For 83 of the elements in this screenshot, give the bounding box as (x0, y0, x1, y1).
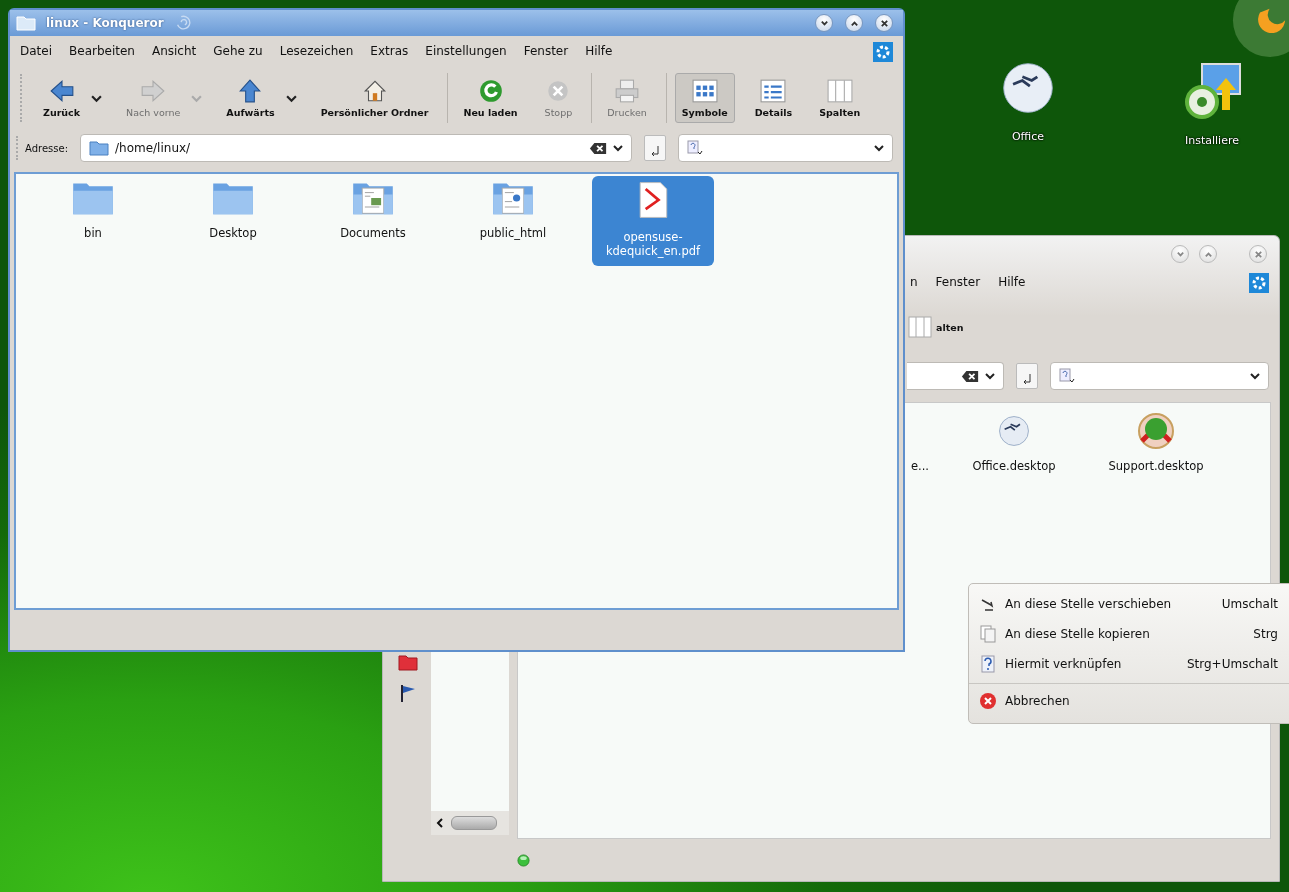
corner-logo-icon (1231, 0, 1289, 60)
toolbar-button[interactable]: Neu laden (447, 73, 529, 123)
menu-item[interactable]: Bearbeiten (69, 44, 135, 58)
menu-item[interactable]: Fenster (523, 44, 569, 58)
chevron-up-icon (849, 18, 859, 28)
go-button[interactable] (1016, 363, 1038, 389)
chevron-down-icon (819, 18, 829, 28)
list-view-icon (760, 78, 787, 104)
search-provider-icon (1059, 368, 1075, 384)
menu-item[interactable]: Ansicht (151, 44, 197, 58)
copy-icon (979, 625, 997, 643)
search-field[interactable] (678, 134, 893, 162)
close-button[interactable] (875, 14, 893, 32)
left-arrow-icon (48, 78, 75, 104)
caret-icon[interactable] (985, 371, 995, 381)
window-title: linux - Konqueror (46, 16, 164, 30)
columns-view-icon (908, 315, 932, 339)
menu-item[interactable]: An diese Stelle verschieben Umschalt (969, 589, 1289, 619)
scrollbar-thumb[interactable] (451, 816, 497, 830)
toolbar-button[interactable]: Spalten (807, 73, 872, 123)
menu-item[interactable]: An diese Stelle kopieren Strg (969, 619, 1289, 649)
office-icon[interactable] (997, 414, 1031, 448)
desktop-icon-label[interactable]: Office (1011, 130, 1045, 143)
menu-item[interactable]: n (910, 275, 918, 289)
columns-view-icon (826, 78, 853, 104)
chevron-up-icon (1203, 249, 1213, 259)
enter-icon (1021, 373, 1033, 385)
close-icon (1253, 249, 1263, 259)
search-field[interactable] (1050, 362, 1269, 390)
file-item[interactable]: Documents (303, 176, 443, 248)
file-item[interactable]: public_html (443, 176, 583, 248)
toolbar-button[interactable]: Aufwärts (214, 73, 305, 123)
maximize-button[interactable] (845, 14, 863, 32)
caret-icon[interactable] (613, 143, 623, 153)
help-icon (979, 655, 997, 673)
grid-view-icon (691, 78, 718, 104)
reload-icon (477, 78, 504, 104)
lifebuoy-icon[interactable] (1136, 411, 1176, 451)
menu-item[interactable]: Datei (20, 44, 52, 58)
toolbar-button[interactable]: Details (742, 73, 804, 123)
folder-icon (89, 140, 109, 156)
printer-icon (614, 78, 640, 104)
file-item[interactable]: opensuse-kdequick_en.pdf (592, 176, 714, 266)
toolbar-button[interactable]: Persönlicher Ordner (308, 73, 440, 123)
desktop-icon-label[interactable]: Installiere (1185, 134, 1239, 147)
toolbar-button[interactable]: alten (903, 315, 968, 339)
file-name[interactable]: Office.desktop (972, 459, 1056, 473)
menu-item[interactable]: Lesezeichen (279, 44, 354, 58)
enter-icon (649, 145, 661, 157)
installer-icon[interactable] (1182, 60, 1242, 120)
clear-icon[interactable] (961, 369, 979, 383)
menu-item[interactable]: Gehe zu (213, 44, 263, 58)
menu-item[interactable]: Hilfe (585, 44, 613, 58)
caret-icon[interactable] (1250, 371, 1260, 381)
minimize-button[interactable] (815, 14, 833, 32)
folder-icon (16, 15, 36, 31)
address-field[interactable] (907, 362, 1004, 390)
menu-item[interactable]: Hiermit verknüpfen Strg+Umschalt (969, 649, 1289, 679)
search-provider-icon (687, 140, 703, 156)
menu-item[interactable]: Fenster (935, 275, 981, 289)
go-button[interactable] (644, 135, 666, 161)
right-arrow-icon (140, 78, 167, 104)
up-arrow-icon (237, 78, 264, 104)
menu-item[interactable]: Abbrechen (969, 683, 1289, 717)
menu-item[interactable]: Extras (370, 44, 409, 58)
caret-icon[interactable] (874, 143, 884, 153)
file-item[interactable]: bin (23, 176, 163, 248)
clear-icon[interactable] (589, 141, 607, 155)
toolbar-button[interactable]: Zurück (31, 73, 111, 123)
office-icon[interactable] (1000, 60, 1056, 116)
file-item[interactable]: Desktop (163, 176, 303, 248)
menu-item[interactable]: Hilfe (998, 275, 1026, 289)
file-name[interactable]: e... (910, 459, 929, 473)
chevron-down-icon (1175, 249, 1185, 259)
file-name[interactable]: Support.desktop (1108, 459, 1204, 473)
house-icon (361, 78, 388, 104)
cancel-icon (979, 691, 997, 710)
status-indicator-icon (517, 853, 530, 867)
address-label: Adresse: (25, 142, 68, 154)
close-icon (879, 18, 889, 28)
menu-item[interactable]: Einstellungen (425, 44, 507, 58)
address-field[interactable]: /home/linux/ (80, 134, 632, 162)
scroll-left-icon[interactable] (435, 818, 445, 828)
